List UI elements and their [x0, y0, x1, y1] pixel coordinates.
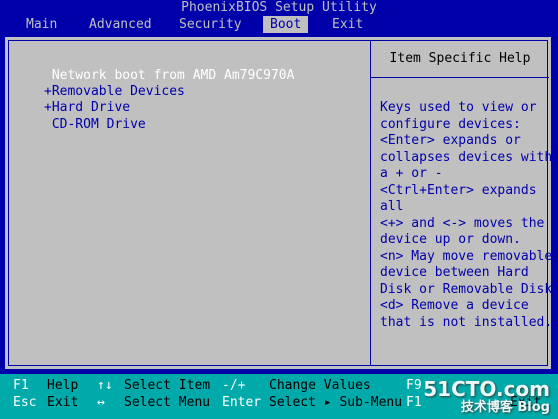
key-enter-desc: Select ▸ Sub-Menu: [269, 395, 403, 410]
help-text: Keys used to view or configure devices: …: [380, 100, 553, 330]
key-f1-desc: Help: [47, 378, 79, 393]
help-divider: [370, 40, 371, 366]
main-panel: Network boot from AMD Am79C970A +Removab…: [3, 35, 553, 371]
key-left-right: ↔: [97, 395, 105, 410]
menu-main[interactable]: Main: [22, 16, 61, 33]
key-f1: F1: [13, 378, 29, 393]
watermark-line-2: 技术博客 Blog: [460, 400, 550, 415]
key-minus-plus-desc: Change Values: [269, 378, 371, 393]
key-left-right-desc: Select Menu: [124, 395, 211, 410]
help-title: Item Specific Help: [389, 51, 531, 66]
key-up-down: ↑↓: [97, 378, 113, 393]
menu-bar: Main Advanced Security Boot Exit: [0, 16, 558, 33]
help-title-divider: [371, 77, 549, 78]
app-title: PhoenixBIOS Setup Utility: [0, 0, 558, 16]
key-minus-plus: -/+: [222, 378, 246, 393]
boot-item-hard-drive[interactable]: +Hard Drive: [44, 100, 130, 116]
key-esc: Esc: [13, 395, 37, 410]
menu-exit[interactable]: Exit: [328, 16, 367, 33]
key-f10: F1: [406, 395, 422, 410]
key-esc-desc: Exit: [47, 395, 79, 410]
key-up-down-desc: Select Item: [124, 378, 211, 393]
menu-advanced[interactable]: Advanced: [85, 16, 156, 33]
boot-item-removable-devices[interactable]: +Removable Devices: [44, 84, 185, 100]
menu-security[interactable]: Security: [175, 16, 246, 33]
boot-item-cdrom-drive[interactable]: CD-ROM Drive: [44, 117, 146, 133]
boot-item-network[interactable]: Network boot from AMD Am79C970A: [44, 68, 295, 84]
watermark-logo: 51CTO.com 技术博客 Blog: [423, 378, 550, 415]
key-enter: Enter: [222, 395, 262, 410]
key-f9: F9: [406, 378, 422, 393]
watermark-line-1: 51CTO.com: [423, 377, 550, 401]
menu-boot[interactable]: Boot: [263, 16, 309, 33]
